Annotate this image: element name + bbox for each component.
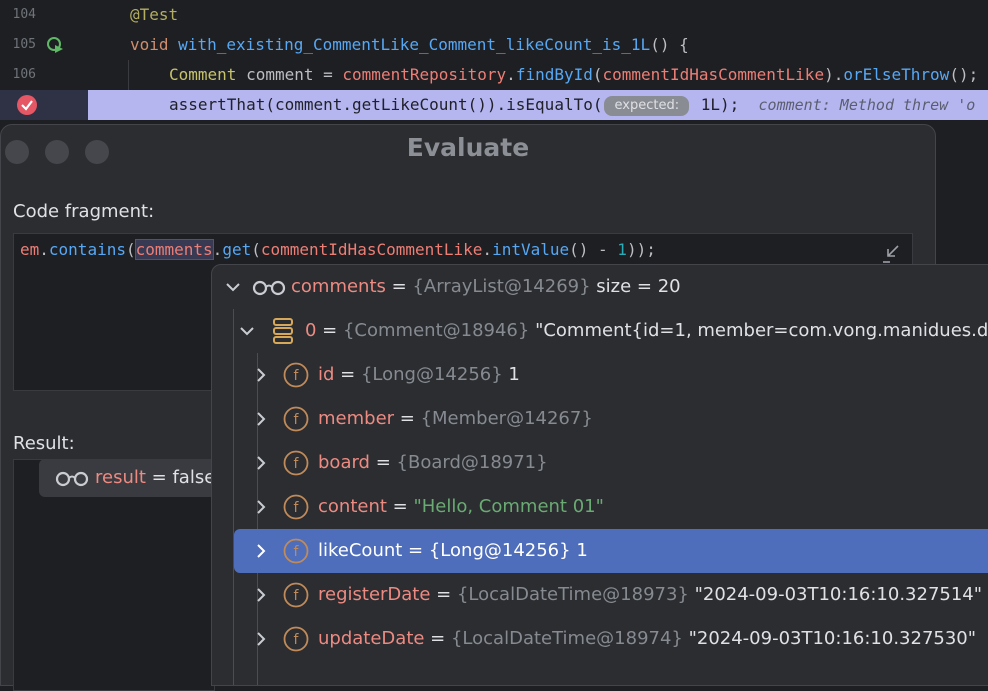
variables-tree-popup: comments = {ArrayList@14269} size = 20 0…	[211, 264, 988, 686]
line-number: 105	[12, 37, 36, 52]
svg-text:f: f	[294, 500, 300, 516]
code-editor[interactable]: 104 @Test 105 void with_existing_Comment…	[0, 0, 988, 120]
parameter-hint: expected:	[604, 95, 690, 116]
chevron-right-icon[interactable]	[252, 366, 270, 384]
chevron-right-icon[interactable]	[252, 586, 270, 604]
tree-row-field-content[interactable]: f content = "Hello, Comment 01"	[212, 485, 988, 529]
code-text: assertThat(comment.getLikeCount()).isEqu…	[88, 90, 988, 120]
result-row[interactable]: result = false	[39, 459, 223, 497]
field-icon: f	[283, 626, 309, 657]
code-line-106[interactable]: 106 Comment comment = commentRepository.…	[0, 60, 988, 90]
code-line-105[interactable]: 105 void with_existing_CommentLike_Comme…	[0, 30, 988, 60]
svg-text:f: f	[294, 632, 300, 648]
code-text: @Test	[130, 5, 179, 24]
chevron-right-icon[interactable]	[252, 542, 270, 560]
field-icon: f	[283, 362, 309, 393]
chevron-down-icon[interactable]	[224, 278, 242, 296]
tree-row-field-board[interactable]: f board = {Board@18971}	[212, 441, 988, 485]
hovered-expression[interactable]: comments	[134, 239, 214, 260]
result-value: false	[172, 467, 216, 488]
array-element-icon	[272, 317, 294, 350]
tree-row-field-id[interactable]: f id = {Long@14256} 1	[212, 353, 988, 397]
line-number: 106	[12, 67, 36, 82]
run-test-icon[interactable]	[46, 36, 64, 54]
svg-text:f: f	[294, 412, 300, 428]
code-text: Comment comment = commentRepository.find…	[169, 65, 979, 84]
chevron-right-icon[interactable]	[252, 454, 270, 472]
chevron-right-icon[interactable]	[252, 498, 270, 516]
code-text: void with_existing_CommentLike_Comment_l…	[130, 35, 689, 54]
svg-text:f: f	[294, 588, 300, 604]
tree-row-field-likeCount[interactable]: f likeCount = {Long@14256} 1	[234, 529, 988, 573]
chevron-down-icon[interactable]	[238, 322, 256, 340]
code-fragment-text[interactable]: em.contains(comments.get(commentIdHasCom…	[20, 239, 656, 260]
chevron-right-icon[interactable]	[252, 630, 270, 648]
field-icon: f	[283, 406, 309, 437]
inline-debug-value: comment: Method threw 'o	[758, 96, 976, 114]
tree-row-field-registerDate[interactable]: f registerDate = {LocalDateTime@18973} "2…	[212, 573, 988, 617]
dialog-title: Evaluate	[406, 133, 530, 162]
svg-text:f: f	[294, 544, 300, 560]
code-fragment-label: Code fragment:	[13, 201, 155, 222]
result-name: result	[95, 467, 146, 488]
line-number: 104	[12, 7, 36, 22]
watch-glasses-icon	[252, 278, 286, 301]
field-icon: f	[283, 494, 309, 525]
field-icon: f	[283, 538, 309, 569]
collapse-editor-icon[interactable]	[880, 242, 902, 264]
field-icon: f	[283, 582, 309, 613]
code-line-current[interactable]: assertThat(comment.getLikeCount()).isEqu…	[0, 90, 988, 120]
svg-text:f: f	[294, 456, 300, 472]
tree-row-field-member[interactable]: f member = {Member@14267}	[212, 397, 988, 441]
tree-row-item-0[interactable]: 0 = {Comment@18946} "Comment{id=1, membe…	[212, 309, 988, 353]
tree-row-field-updateDate[interactable]: f updateDate = {LocalDateTime@18974} "202…	[212, 617, 988, 661]
watch-glasses-icon	[55, 469, 89, 491]
chevron-right-icon[interactable]	[252, 410, 270, 428]
svg-text:f: f	[294, 368, 300, 384]
code-line-104[interactable]: 104 @Test	[0, 0, 988, 30]
tree-row-comments[interactable]: comments = {ArrayList@14269} size = 20	[212, 265, 988, 309]
breakpoint-icon[interactable]	[16, 94, 38, 116]
result-label: Result:	[13, 433, 75, 454]
field-icon: f	[283, 450, 309, 481]
